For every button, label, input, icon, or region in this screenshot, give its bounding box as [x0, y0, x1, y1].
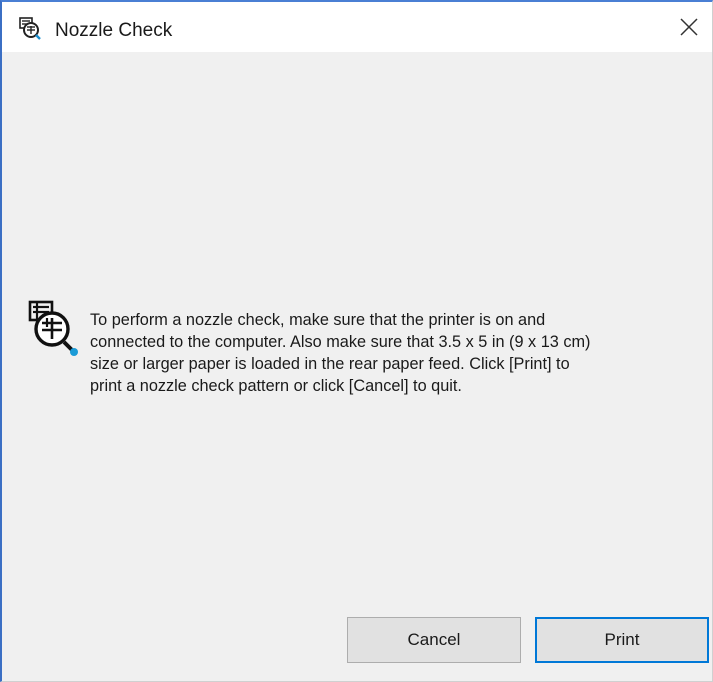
- window-title: Nozzle Check: [55, 20, 173, 41]
- printer-check-icon: [19, 17, 41, 40]
- close-icon: [680, 18, 698, 36]
- close-button[interactable]: [666, 2, 712, 52]
- dialog-body: To perform a nozzle check, make sure tha…: [2, 52, 712, 681]
- message-line: connected to the computer. Also make sur…: [90, 333, 591, 351]
- nozzle-check-icon: [28, 300, 78, 356]
- cancel-button[interactable]: Cancel: [347, 617, 521, 663]
- print-button[interactable]: Print: [535, 617, 709, 663]
- instruction-message: To perform a nozzle check, make sure tha…: [90, 309, 665, 397]
- message-line: print a nozzle check pattern or click [C…: [90, 377, 462, 395]
- message-line: size or larger paper is loaded in the re…: [90, 355, 570, 373]
- nozzle-check-dialog: Nozzle Check To perform a nozzle check, …: [0, 0, 713, 682]
- message-line: To perform a nozzle check, make sure tha…: [90, 311, 546, 329]
- title-bar[interactable]: Nozzle Check: [2, 2, 712, 52]
